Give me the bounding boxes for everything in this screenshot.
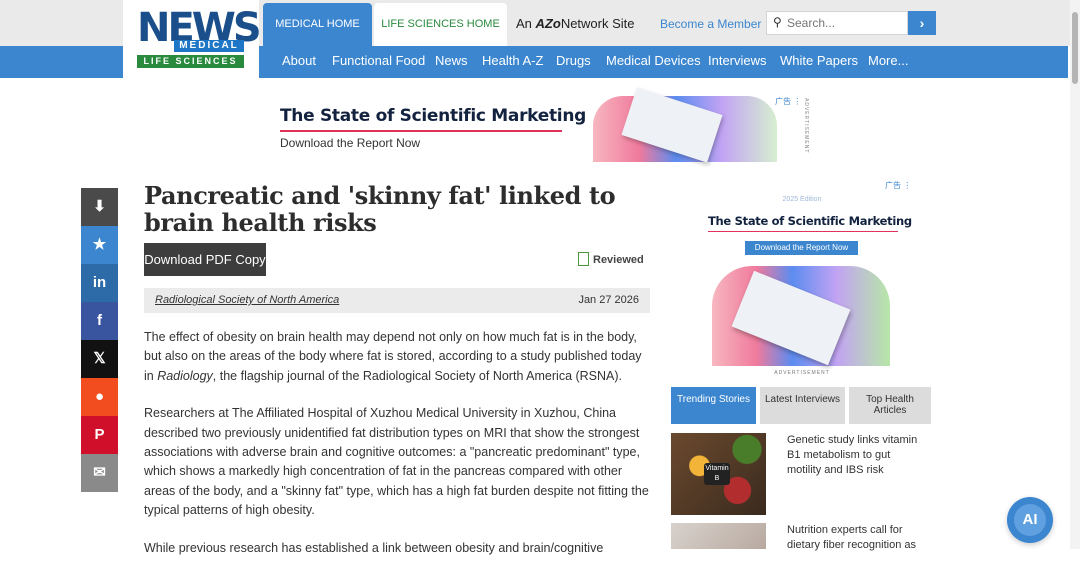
ad-label[interactable]: 广告 ⋮: [775, 96, 801, 107]
facebook-icon: f: [97, 312, 102, 329]
nav-news[interactable]: News: [435, 46, 468, 78]
ad-vertical-label: ADVERTISEMENT: [803, 98, 809, 154]
article-body: The effect of obesity on brain health ma…: [144, 328, 652, 576]
nav-health-a-z[interactable]: Health A-Z: [482, 46, 543, 78]
ad-headline: The State of Scientific Marketing: [280, 106, 586, 126]
search-box[interactable]: ⚲: [766, 11, 908, 35]
article-title: Pancreatic and 'skinny fat' linked to br…: [144, 181, 616, 237]
tab-medical-home[interactable]: MEDICAL HOME: [263, 3, 372, 46]
nav-functional-food[interactable]: Functional Food: [332, 46, 425, 78]
list-item[interactable]: Nutrition experts call for dietary fiber…: [671, 523, 931, 551]
reviewed-badge[interactable]: Reviewed: [578, 252, 644, 266]
reviewed-icon: [578, 252, 589, 266]
x-icon: 𝕏: [93, 350, 106, 367]
sidebar-ad-download-button[interactable]: Download the Report Now: [745, 241, 858, 255]
list-item[interactable]: Vitamin B Genetic study links vitamin B1 …: [671, 433, 931, 515]
download-icon: ⬇: [93, 198, 106, 215]
scrollbar-thumb[interactable]: [1072, 12, 1078, 84]
ad-subline: Download the Report Now: [280, 136, 421, 150]
nav-drugs[interactable]: Drugs: [556, 46, 591, 78]
star-share-button[interactable]: ★: [81, 226, 118, 264]
pinterest-icon: P: [94, 426, 105, 443]
share-bar: ⬇ ★ in f 𝕏 ● P ✉: [81, 188, 118, 492]
azo-brand: AZo: [535, 16, 561, 31]
search-icon: ⚲: [773, 15, 782, 29]
sidebar-ad-headline: The State of Scientific Marketing: [708, 214, 912, 228]
article-source-link[interactable]: Radiological Society of North America: [155, 294, 339, 306]
vitamin-b-sign: Vitamin B: [704, 463, 730, 485]
search-input[interactable]: [787, 15, 905, 31]
sidebar-ad[interactable]: 广告 ⋮ 2025 Edition The State of Scientifi…: [701, 180, 915, 380]
reddit-share-button[interactable]: ●: [81, 378, 118, 416]
linkedin-share-button[interactable]: in: [81, 264, 118, 302]
azo-suffix: Network Site: [560, 16, 635, 31]
journal-name: Radiology: [157, 368, 213, 383]
azo-prefix: An: [516, 16, 532, 31]
ai-assistant-button[interactable]: AI: [1007, 497, 1053, 543]
reddit-icon: ●: [94, 388, 105, 405]
nav-medical-devices[interactable]: Medical Devices: [606, 46, 701, 78]
tab-latest-interviews[interactable]: Latest Interviews: [760, 387, 845, 424]
article-paragraph: Researchers at The Affiliated Hospital o…: [144, 406, 649, 518]
sidebar-ad-edition: 2025 Edition: [782, 196, 822, 203]
pinterest-share-button[interactable]: P: [81, 416, 118, 454]
ai-label: AI: [1014, 504, 1046, 536]
nav-more[interactable]: More...: [868, 46, 908, 78]
article-paragraph: While previous research has established …: [144, 540, 604, 555]
sidebar-ad-underline: [708, 231, 898, 232]
linkedin-icon: in: [92, 274, 107, 291]
article-date: Jan 27 2026: [578, 294, 639, 306]
nav-white-papers[interactable]: White Papers: [780, 46, 858, 78]
scrollbar[interactable]: [1070, 0, 1080, 549]
logo-medical: MEDICAL: [174, 40, 244, 52]
sidebar-ad-label[interactable]: 广告 ⋮: [885, 180, 911, 191]
reviewed-label: Reviewed: [593, 254, 644, 266]
become-member-link[interactable]: Become a Member: [660, 17, 761, 31]
logo-life-sciences: LIFE SCIENCES: [137, 55, 244, 68]
paragraph-text: , the flagship journal of the Radiologic…: [212, 368, 623, 383]
nav-interviews[interactable]: Interviews: [708, 46, 767, 78]
site-logo[interactable]: NEWS MEDICAL LIFE SCIENCES: [123, 0, 262, 78]
x-share-button[interactable]: 𝕏: [81, 340, 118, 378]
tab-trending-stories[interactable]: Trending Stories: [671, 387, 756, 424]
tab-life-sciences-home[interactable]: LIFE SCIENCES HOME: [374, 3, 507, 46]
list-item-thumbnail[interactable]: [671, 523, 766, 549]
article-meta: Radiological Society of North America Ja…: [144, 288, 650, 313]
ad-underline: [280, 130, 562, 132]
top-ad-banner[interactable]: The State of Scientific Marketing Downlo…: [275, 87, 815, 164]
sidebar-ad-advertisement-label: ADVERTISEMENT: [774, 370, 830, 376]
email-icon: ✉: [93, 464, 106, 481]
article-paragraph: The effect of obesity on brain health ma…: [144, 328, 652, 386]
list-item-thumbnail[interactable]: Vitamin B: [671, 433, 766, 515]
tab-top-health-articles[interactable]: Top Health Articles: [849, 387, 931, 424]
email-share-button[interactable]: ✉: [81, 454, 118, 492]
nav-about[interactable]: About: [282, 46, 316, 78]
download-share-button[interactable]: ⬇: [81, 188, 118, 226]
azo-network-label[interactable]: An AZoNetwork Site: [516, 16, 635, 31]
star-icon: ★: [92, 236, 107, 253]
download-pdf-button[interactable]: Download PDF Copy: [144, 243, 266, 276]
search-submit-button[interactable]: ›: [908, 11, 936, 35]
facebook-share-button[interactable]: f: [81, 302, 118, 340]
sidebar-tabs: Trending Stories Latest Interviews Top H…: [671, 387, 931, 424]
list-item-title[interactable]: Genetic study links vitamin B1 metabolis…: [787, 433, 927, 478]
